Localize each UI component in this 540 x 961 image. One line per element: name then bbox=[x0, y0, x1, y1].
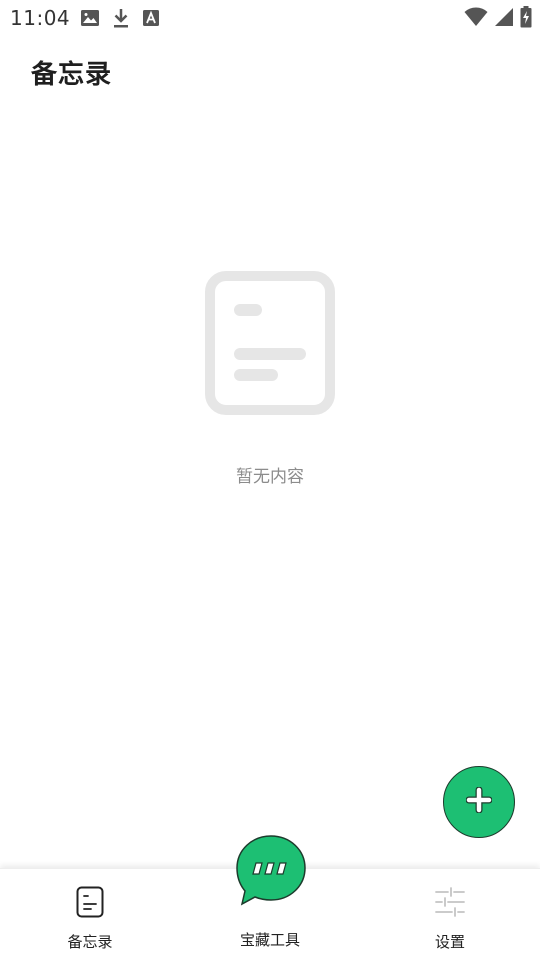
nav-label-tools: 宝藏工具 bbox=[239, 931, 300, 949]
chat-bubble-icon[interactable] bbox=[235, 834, 307, 906]
status-time: 11:04 bbox=[10, 6, 71, 30]
plus-icon bbox=[465, 786, 493, 817]
cellular-signal-icon bbox=[494, 7, 514, 27]
page-title: 备忘录 bbox=[31, 60, 113, 90]
note-icon bbox=[76, 886, 104, 922]
sliders-icon bbox=[434, 886, 466, 922]
empty-state-text: 暂无内容 bbox=[236, 467, 304, 487]
nav-item-settings[interactable]: 设置 bbox=[360, 869, 540, 961]
nav-label-notes: 备忘录 bbox=[67, 933, 113, 951]
add-note-button[interactable] bbox=[443, 766, 515, 838]
font-icon bbox=[142, 9, 160, 27]
wifi-icon bbox=[464, 7, 488, 27]
image-icon bbox=[80, 9, 100, 27]
status-bar: 11:04 bbox=[0, 0, 540, 36]
empty-note-icon bbox=[204, 270, 336, 416]
nav-item-notes[interactable]: 备忘录 bbox=[0, 869, 180, 961]
status-notification-icons bbox=[80, 8, 160, 28]
status-system-icons bbox=[464, 6, 532, 28]
battery-charging-icon bbox=[520, 6, 532, 28]
download-icon bbox=[112, 8, 130, 28]
nav-label-settings: 设置 bbox=[434, 933, 465, 951]
